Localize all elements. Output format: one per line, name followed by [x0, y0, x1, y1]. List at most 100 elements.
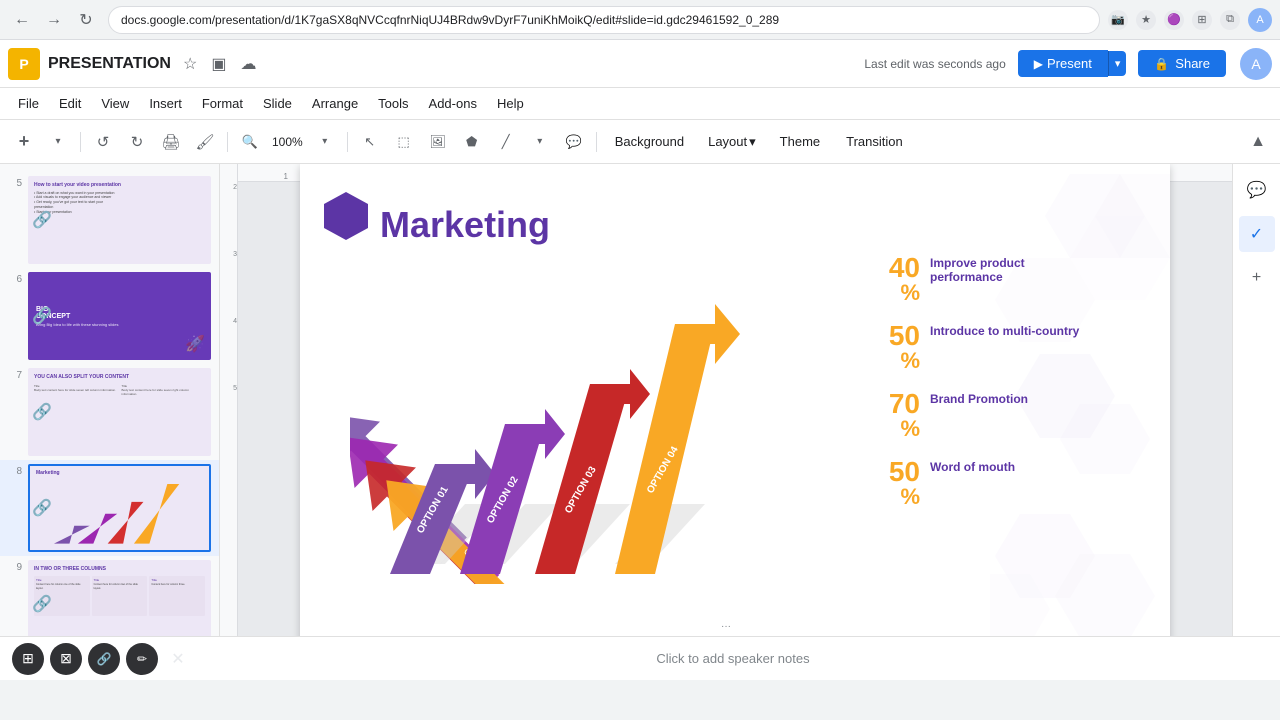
slide-thumb-7[interactable]: 7 YOU CAN ALSO SPLIT YOUR CONTENT TitleB… — [0, 364, 219, 460]
folder-icon[interactable]: ▣ — [207, 50, 230, 78]
slide-hex-icon — [322, 190, 370, 245]
slide-img-8: Marketing 🔗 — [28, 464, 211, 552]
slide-9-link-icon: 🔗 — [32, 594, 52, 614]
transition-button[interactable]: Transition — [834, 130, 915, 153]
stat-label-3: Brand Promotion — [930, 390, 1028, 406]
stat-value-2: 50 % — [860, 322, 920, 372]
stat-label-1: Improve product performance — [930, 254, 1090, 284]
main-content: 5 How to start your video presentation •… — [0, 164, 1280, 636]
slide-thumb-8[interactable]: 8 Marketing 🔗 — [0, 460, 219, 556]
slide-thumb-5[interactable]: 5 How to start your video presentation •… — [0, 172, 219, 268]
redo-button[interactable]: ↻ — [121, 126, 153, 158]
cursor-tool-button[interactable]: ↖ — [354, 126, 386, 158]
background-button[interactable]: Background — [603, 130, 696, 153]
url-text: docs.google.com/presentation/d/1K7gaSX8q… — [121, 13, 779, 27]
slide-num-6: 6 — [8, 272, 22, 285]
browser-bar: ← → ↻ docs.google.com/presentation/d/1K7… — [0, 0, 1280, 40]
browser-profile-avatar[interactable]: A — [1248, 8, 1272, 32]
present-button[interactable]: ▶ Present — [1018, 50, 1108, 77]
toolbar-divider-3 — [347, 132, 348, 152]
slide-img-6: BIG CONCEPT Bring Big Idea to life with … — [28, 272, 211, 360]
menu-file[interactable]: File — [8, 92, 49, 115]
stats-area: 40 % Improve product performance 50 % In… — [860, 254, 1140, 526]
speaker-notes[interactable]: Click to add speaker notes — [198, 651, 1268, 666]
slide-5-link-icon: 🔗 — [32, 210, 52, 230]
present-dropdown-button[interactable]: ▾ — [1108, 51, 1127, 76]
pen-button[interactable]: ✏ — [126, 643, 158, 675]
stat-row-1: 40 % Improve product performance — [860, 254, 1140, 304]
check-button[interactable]: ✓ — [1239, 216, 1275, 252]
canvas-area: 1 2 3 4 5 6 7 8 9 2 3 4 5 — [220, 164, 1232, 636]
add-slide-button[interactable]: + — [1239, 260, 1275, 296]
slide-img-7: YOU CAN ALSO SPLIT YOUR CONTENT TitleBod… — [28, 368, 211, 456]
browser-extensions: 📷 ★ 🟣 ⊞ ⧉ A — [1108, 8, 1272, 32]
shape-button[interactable]: ⬟ — [456, 126, 488, 158]
stat-row-3: 70 % Brand Promotion — [860, 390, 1140, 440]
undo-button[interactable]: ↺ — [87, 126, 119, 158]
extensions-btn[interactable]: ⧉ — [1220, 10, 1240, 30]
menu-arrange[interactable]: Arrange — [302, 92, 368, 115]
menu-tools[interactable]: Tools — [368, 92, 418, 115]
layout-button[interactable]: Layout ▾ — [698, 130, 766, 154]
speaker-notes-placeholder: Click to add speaker notes — [656, 651, 809, 666]
menu-bar: File Edit View Insert Format Slide Arran… — [0, 88, 1280, 120]
line-dropdown-button[interactable]: ▾ — [524, 126, 556, 158]
menu-format[interactable]: Format — [192, 92, 253, 115]
app-title: PRESENTATION — [48, 55, 171, 73]
share-button[interactable]: 🔒 Share — [1138, 50, 1226, 77]
slide-6-link-icon: 🔗 — [32, 306, 52, 326]
back-button[interactable]: ← — [8, 6, 36, 34]
line-button[interactable]: ╱ — [490, 126, 522, 158]
slide-canvas[interactable]: Marketing — [300, 164, 1170, 636]
theme-button[interactable]: Theme — [768, 130, 832, 153]
paint-format-button[interactable]: 🖌 — [189, 126, 221, 158]
grid-extension[interactable]: ⊞ — [1192, 10, 1212, 30]
comment-button[interactable]: 💬 — [558, 126, 590, 158]
user-avatar[interactable]: A — [1240, 48, 1272, 80]
menu-edit[interactable]: Edit — [49, 92, 91, 115]
lock-icon: 🔒 — [1154, 57, 1169, 71]
add-button[interactable]: + — [8, 126, 40, 158]
comments-button[interactable]: 💬 — [1239, 172, 1275, 208]
menu-addons[interactable]: Add-ons — [419, 92, 487, 115]
slide-panel: 5 How to start your video presentation •… — [0, 164, 220, 636]
purple-extension[interactable]: 🟣 — [1164, 10, 1184, 30]
image-button[interactable]: 🖼 — [422, 126, 454, 158]
add-dropdown-button[interactable]: ▾ — [42, 126, 74, 158]
menu-slide[interactable]: Slide — [253, 92, 302, 115]
star-icon[interactable]: ☆ — [179, 50, 201, 78]
forward-button[interactable]: → — [40, 6, 68, 34]
menu-view[interactable]: View — [91, 92, 139, 115]
star-extension[interactable]: ★ — [1136, 10, 1156, 30]
arrow-chart-svg: OPTION 01 OPTION 02 OPTION 03 OPTION 04 — [340, 264, 790, 604]
stat-label-4: Word of mouth — [930, 458, 1015, 474]
refresh-button[interactable]: ↻ — [72, 6, 100, 34]
grid-view-button[interactable]: ⊞ — [12, 643, 44, 675]
print-button[interactable]: 🖨 — [155, 126, 187, 158]
menu-insert[interactable]: Insert — [139, 92, 192, 115]
slide-img-5: How to start your video presentation • S… — [28, 176, 211, 264]
zoom-dropdown-button[interactable]: ▾ — [309, 126, 341, 158]
close-notes-button[interactable]: ✕ — [164, 645, 192, 673]
cloud-icon[interactable]: ☁ — [236, 50, 260, 78]
slide-thumb-6[interactable]: 6 BIG CONCEPT Bring Big Idea to life wit… — [0, 268, 219, 364]
menu-help[interactable]: Help — [487, 92, 534, 115]
collapse-toolbar-button[interactable]: ▲ — [1244, 128, 1272, 156]
slide-num-9: 9 — [8, 560, 22, 573]
bottom-bar: ⊞ ⊠ 🔗 ✏ ✕ Click to add speaker notes — [0, 636, 1280, 680]
link-button[interactable]: 🔗 — [88, 643, 120, 675]
slide-num-5: 5 — [8, 176, 22, 189]
layout-arrow-icon: ▾ — [749, 134, 756, 150]
address-bar[interactable]: docs.google.com/presentation/d/1K7gaSX8q… — [108, 6, 1100, 34]
camera-extension[interactable]: 📷 — [1108, 10, 1128, 30]
layout-label: Layout — [708, 134, 747, 149]
region-select-button[interactable]: ⬚ — [388, 126, 420, 158]
app-bar: P PRESENTATION ☆ ▣ ☁ Last edit was secon… — [0, 40, 1280, 88]
slide-thumb-9[interactable]: 9 IN TWO OR THREE COLUMNS TitleContent h… — [0, 556, 219, 636]
slide-img-9: IN TWO OR THREE COLUMNS TitleContent her… — [28, 560, 211, 636]
app-bar-icons: ☆ ▣ ☁ — [179, 50, 260, 78]
filmstrip-button[interactable]: ⊠ — [50, 643, 82, 675]
zoom-out-button[interactable]: 🔍 — [234, 126, 266, 158]
stat-value-1: 40 % — [860, 254, 920, 304]
slide-7-link-icon: 🔗 — [32, 402, 52, 422]
